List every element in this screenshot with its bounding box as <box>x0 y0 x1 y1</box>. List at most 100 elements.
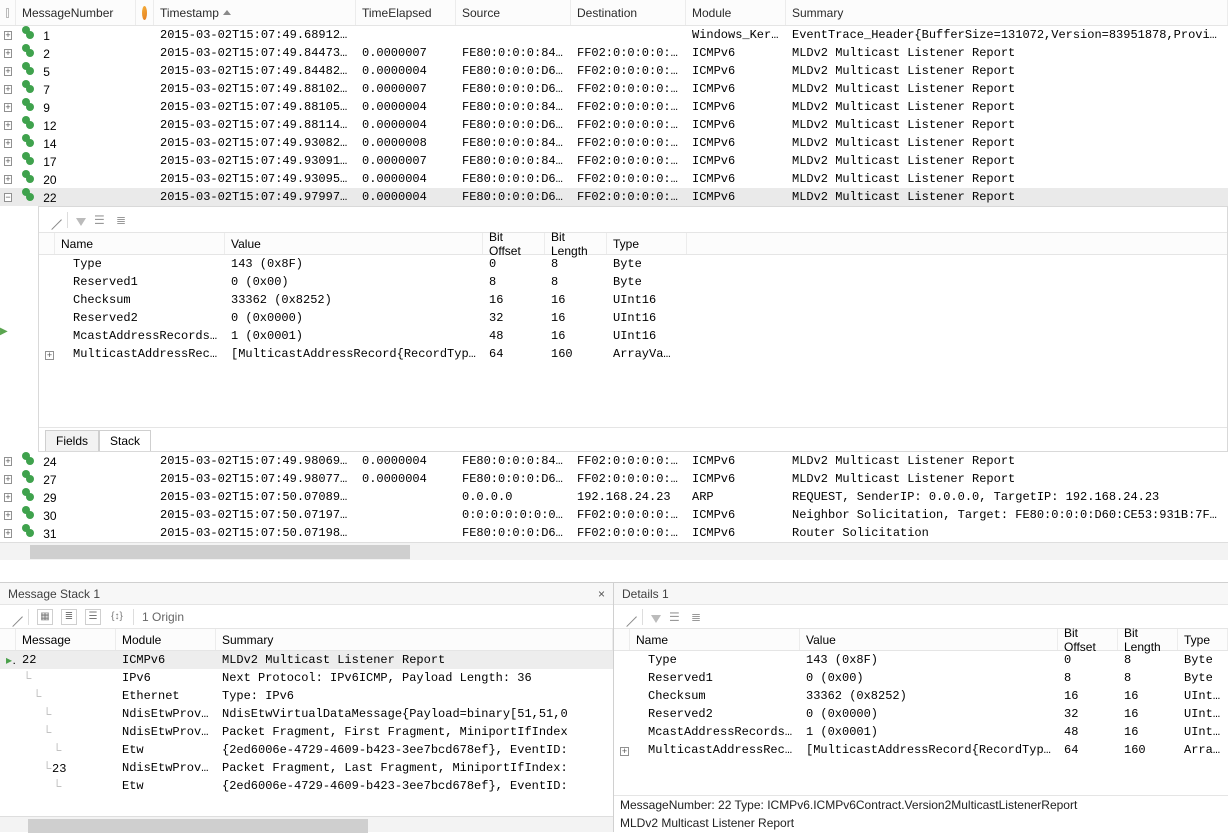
edit-icon[interactable] <box>3 607 23 627</box>
message-row[interactable]: 242015-03-02T15:07:49.98069380.0000004FE… <box>0 452 1228 470</box>
hdr-diagnosis-icon[interactable] <box>136 0 154 25</box>
expand-toggle[interactable] <box>4 121 11 130</box>
message-row[interactable]: 272015-03-02T15:07:49.98077590.0000004FE… <box>0 470 1228 488</box>
columns-icon[interactable] <box>669 610 683 624</box>
message-row[interactable]: 122015-03-02T15:07:49.88114700.0000004FE… <box>0 116 1228 134</box>
details-row[interactable]: McastAddressRecordsCou1 (0x0001)4816UInt… <box>39 327 1227 345</box>
expand-toggle[interactable] <box>45 351 54 360</box>
expand-toggle[interactable] <box>4 31 11 40</box>
expand-toggle[interactable] <box>4 103 11 112</box>
details-row[interactable]: Checksum33362 (0x8252)1616UInt16 <box>39 291 1227 309</box>
message-row[interactable]: 222015-03-02T15:07:49.97997040.0000004FE… <box>0 188 1228 206</box>
expand-toggle[interactable] <box>4 193 11 202</box>
elapsed-value: 0.0000004 <box>356 454 456 468</box>
expand-toggle[interactable] <box>4 67 11 76</box>
details-row[interactable]: Type143 (0x8F)08Byte <box>39 255 1227 273</box>
stack-row[interactable]: └Etw{2ed6006e-4729-4609-b423-3ee7bcd678e… <box>0 741 613 759</box>
stack-row[interactable]: └23NdisEtwProvid…Packet Fragment, Last F… <box>0 759 613 777</box>
stack-row[interactable]: └Etw{2ed6006e-4729-4609-b423-3ee7bcd678e… <box>0 777 613 795</box>
tab-fields[interactable]: Fields <box>45 430 99 451</box>
details-row[interactable]: Type143 (0x8F)08Byte <box>614 651 1228 669</box>
message-row[interactable]: 202015-03-02T15:07:49.93095460.0000004FE… <box>0 170 1228 188</box>
d1-hdr-type[interactable]: Type <box>1178 629 1228 650</box>
hdr-source[interactable]: Source <box>456 0 571 25</box>
stack-row[interactable]: └EthernetType: IPv6 <box>0 687 613 705</box>
details-row[interactable]: Reserved20 (0x0000)3216UInt16 <box>39 309 1227 327</box>
d1-hdr-spacer <box>614 629 630 650</box>
message-row[interactable]: 72015-03-02T15:07:49.88102770.0000007FE8… <box>0 80 1228 98</box>
summary-value: MLDv2 Multicast Listener Report <box>786 172 1228 186</box>
inline-hdr-name[interactable]: Name <box>55 233 225 254</box>
details-row[interactable]: Checksum33362 (0x8252)1616UInt16 <box>614 687 1228 705</box>
message-row[interactable]: 92015-03-02T15:07:49.88105730.0000004FE8… <box>0 98 1228 116</box>
expand-toggle[interactable] <box>4 475 11 484</box>
columns-icon[interactable] <box>94 213 108 227</box>
details-row[interactable]: MulticastAddressRecord[MulticastAddressR… <box>614 741 1228 759</box>
edit-icon[interactable] <box>42 210 62 230</box>
ms-hdr-message[interactable]: Message <box>16 629 116 650</box>
hdr-summary[interactable]: Summary <box>786 0 1228 25</box>
d1-hdr-name[interactable]: Name <box>630 629 800 650</box>
field-type: UInt16 <box>1178 707 1228 721</box>
timestamp-value: 2015-03-02T15:07:49.8811470 <box>154 118 356 132</box>
message-number-value: 7 <box>43 83 50 97</box>
details-row[interactable]: Reserved10 (0x00)88Byte <box>614 669 1228 687</box>
filter-icon[interactable] <box>76 218 86 226</box>
hdr-module[interactable]: Module <box>686 0 786 25</box>
expand-toggle[interactable] <box>620 747 629 756</box>
message-stack-scrollbar[interactable] <box>0 816 613 832</box>
stack-row[interactable]: ▸22ICMPv6MLDv2 Multicast Listener Report <box>0 651 613 669</box>
message-row[interactable]: 22015-03-02T15:07:49.84473740.0000007FE8… <box>0 44 1228 62</box>
stack-row[interactable]: └IPv6Next Protocol: IPv6ICMP, Payload Le… <box>0 669 613 687</box>
d1-hdr-bitoffset[interactable]: Bit Offset <box>1058 629 1118 650</box>
expand-toggle[interactable] <box>4 49 11 58</box>
inline-hdr-bitlength[interactable]: Bit Length <box>545 233 607 254</box>
message-row[interactable]: 312015-03-02T15:07:50.0719888FE80:0:0:0:… <box>0 524 1228 542</box>
message-row[interactable]: 142015-03-02T15:07:49.93082500.0000008FE… <box>0 134 1228 152</box>
inline-hdr-bitoffset[interactable]: Bit Offset <box>483 233 545 254</box>
message-row[interactable]: 302015-03-02T15:07:50.07197820:0:0:0:0:0… <box>0 506 1228 524</box>
details-row[interactable]: Reserved10 (0x00)88Byte <box>39 273 1227 291</box>
message-grid-header: MessageNumber Timestamp TimeElapsed Sour… <box>0 0 1228 26</box>
expand-toggle[interactable] <box>4 457 11 466</box>
details-row[interactable]: MulticastAddressRecord[MulticastAddressR… <box>39 345 1227 363</box>
tree-view-icon[interactable]: ☰ <box>85 609 101 625</box>
ms-hdr-module[interactable]: Module <box>116 629 216 650</box>
message-row[interactable]: 172015-03-02T15:07:49.93091400.0000007FE… <box>0 152 1228 170</box>
destination-value: FF02:0:0:0:0:1:… <box>571 508 686 522</box>
tree-icon[interactable] <box>116 213 130 227</box>
tree-icon[interactable] <box>691 610 705 624</box>
details-row[interactable]: Reserved20 (0x0000)3216UInt16 <box>614 705 1228 723</box>
hdr-time-elapsed[interactable]: TimeElapsed <box>356 0 456 25</box>
expand-toggle[interactable] <box>4 85 11 94</box>
list-view-icon[interactable]: ≣ <box>61 609 77 625</box>
expand-toggle[interactable] <box>4 529 11 538</box>
message-row[interactable]: 12015-03-02T15:07:49.6891277Windows_Kern… <box>0 26 1228 44</box>
expand-toggle[interactable] <box>4 511 11 520</box>
grid-view-icon[interactable]: ▦ <box>37 609 53 625</box>
expand-toggle[interactable] <box>4 175 11 184</box>
filter-icon[interactable] <box>651 615 661 623</box>
stack-row[interactable]: └NdisEtwProvid…NdisEtwVirtualDataMessage… <box>0 705 613 723</box>
message-row[interactable]: 292015-03-02T15:07:50.07089440.0.0.0192.… <box>0 488 1228 506</box>
details1-titlebar: Details 1 <box>614 583 1228 605</box>
hdr-timestamp[interactable]: Timestamp <box>154 0 356 25</box>
inline-hdr-type[interactable]: Type <box>607 233 687 254</box>
expand-toggle[interactable] <box>4 493 11 502</box>
inline-hdr-value[interactable]: Value <box>225 233 483 254</box>
braces-icon[interactable]: {↕} <box>109 609 125 625</box>
tab-stack[interactable]: Stack <box>99 430 151 451</box>
expand-toggle[interactable] <box>4 139 11 148</box>
d1-hdr-bitlength[interactable]: Bit Length <box>1118 629 1178 650</box>
grid-horizontal-scrollbar[interactable] <box>0 542 1228 560</box>
close-icon[interactable]: × <box>598 587 605 601</box>
d1-hdr-value[interactable]: Value <box>800 629 1058 650</box>
details-row[interactable]: McastAddressRecordsCou1 (0x0001)4816UInt… <box>614 723 1228 741</box>
hdr-message-number[interactable]: MessageNumber <box>16 0 136 25</box>
edit-icon[interactable] <box>617 607 637 627</box>
message-row[interactable]: 52015-03-02T15:07:49.84482860.0000004FE8… <box>0 62 1228 80</box>
expand-toggle[interactable] <box>4 157 11 166</box>
ms-hdr-summary[interactable]: Summary <box>216 629 613 650</box>
hdr-destination[interactable]: Destination <box>571 0 686 25</box>
stack-row[interactable]: └NdisEtwProvid…Packet Fragment, First Fr… <box>0 723 613 741</box>
